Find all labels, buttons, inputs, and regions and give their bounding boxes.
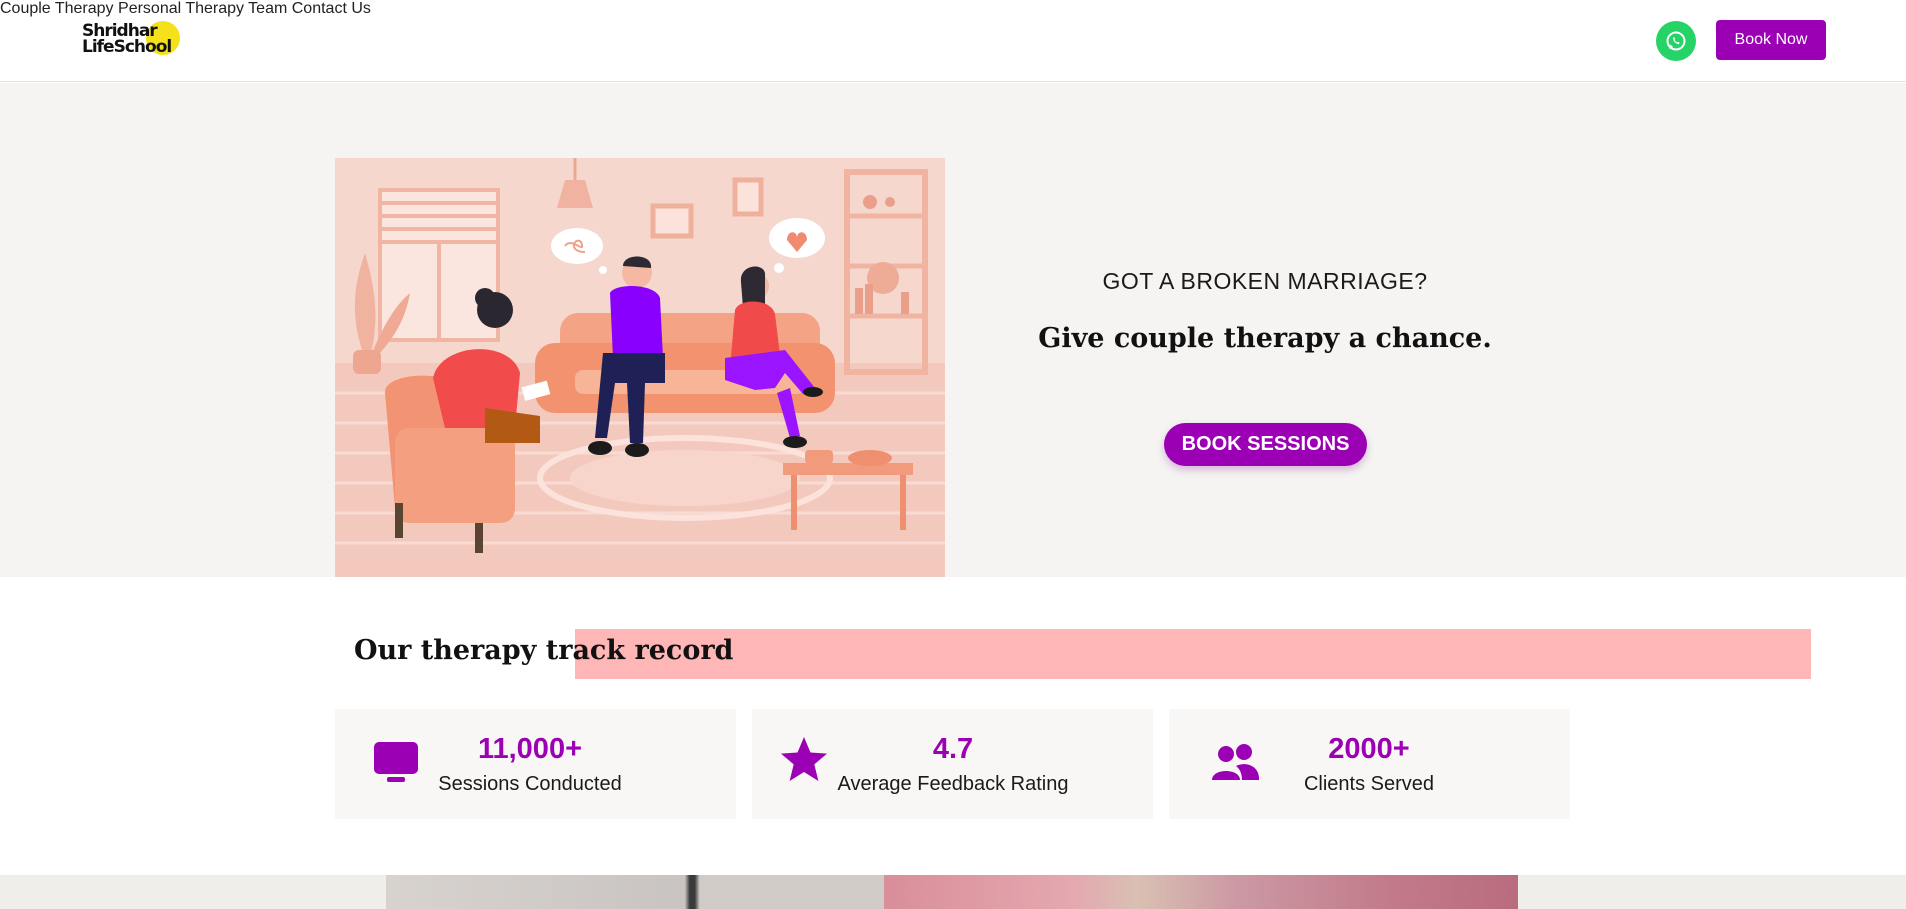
hero-headline: Give couple therapy a chance. [1038, 323, 1492, 354]
stat-card-rating: 4.7 Average Feedback Rating [752, 709, 1153, 819]
nav-couple-therapy[interactable]: Couple Therapy [0, 0, 114, 17]
book-now-button[interactable]: Book Now [1716, 20, 1826, 60]
stat-label: Average Feedback Rating [837, 773, 1069, 795]
nav-contact-us[interactable]: Contact Us [292, 0, 371, 17]
therapy-scene-image [335, 158, 945, 577]
gallery-image-room [386, 875, 884, 909]
stat-card-sessions: 11,000+ Sessions Conducted [335, 709, 736, 819]
gallery-strip [0, 875, 1906, 909]
stat-label: Sessions Conducted [438, 773, 622, 795]
gallery-image-pink [884, 875, 1518, 909]
couple-therapy-illustration [335, 158, 945, 577]
hero-eyebrow: GOT A BROKEN MARRIAGE? [1102, 268, 1428, 294]
stat-card-clients: 2000+ Clients Served [1169, 709, 1570, 819]
whatsapp-button[interactable] [1656, 21, 1696, 61]
stat-value: 2000+ [1328, 733, 1410, 765]
hero-section: GOT A BROKEN MARRIAGE? Give couple thera… [0, 83, 1906, 577]
nav-personal-therapy[interactable]: Personal Therapy [118, 0, 244, 17]
track-record-title: Our therapy track record [354, 635, 734, 666]
stat-value: 4.7 [932, 733, 974, 765]
nav-team[interactable]: Team [248, 0, 287, 17]
track-record-section: Our therapy track record 11,000+ Session… [0, 577, 1906, 875]
logo[interactable]: Shridhar LifeSchool [80, 18, 184, 62]
stat-label: Clients Served [1303, 773, 1435, 795]
stat-value: 11,000+ [477, 733, 583, 765]
whatsapp-icon [1666, 31, 1686, 51]
site-header: Shridhar LifeSchool Couple Therapy Perso… [0, 0, 1906, 82]
book-sessions-button[interactable]: BOOK SESSIONS [1164, 423, 1367, 466]
logo-line2: LifeSchool [82, 37, 172, 57]
title-highlight-bar [575, 629, 1811, 679]
